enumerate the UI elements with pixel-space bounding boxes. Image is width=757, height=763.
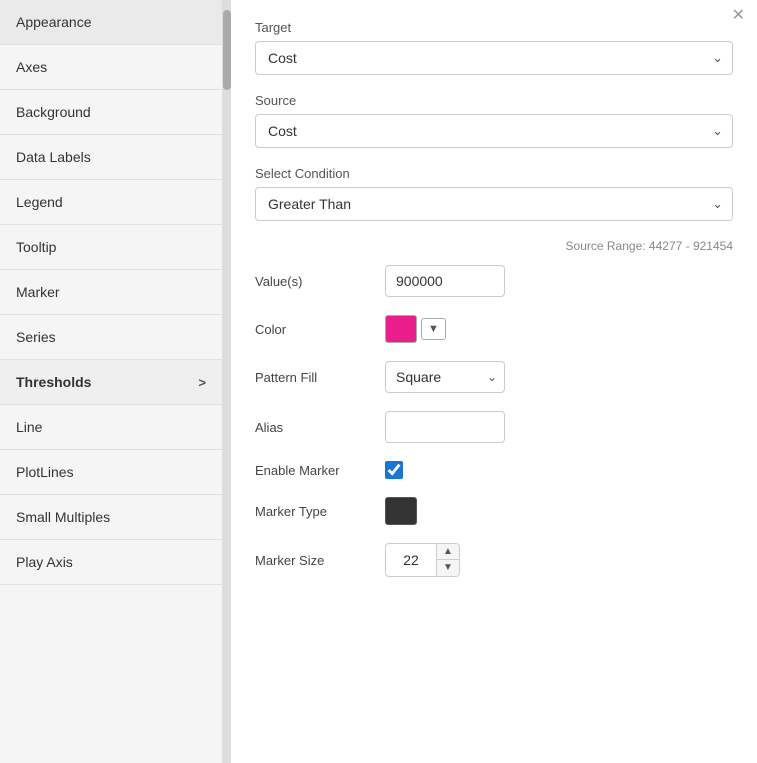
enable-marker-field: Enable Marker	[255, 461, 733, 479]
sidebar-item-label-thresholds: Thresholds	[16, 374, 91, 390]
color-label: Color	[255, 322, 385, 337]
sidebar-item-label-line: Line	[16, 419, 42, 435]
marker-type-swatch[interactable]	[385, 497, 417, 525]
condition-select[interactable]: Greater Than	[255, 187, 733, 221]
pattern-fill-select[interactable]: Square	[385, 361, 505, 393]
sidebar-item-label-legend: Legend	[16, 194, 63, 210]
source-label: Source	[255, 93, 733, 108]
sidebar-item-label-tooltip: Tooltip	[16, 239, 56, 255]
marker-size-field: Marker Size ▲ ▼	[255, 543, 733, 577]
alias-input[interactable]	[385, 411, 505, 443]
values-input[interactable]	[385, 265, 505, 297]
sidebar-item-legend[interactable]: Legend	[0, 180, 222, 225]
condition-label: Select Condition	[255, 166, 733, 181]
color-field: Color ▼	[255, 315, 733, 343]
sidebar-item-label-axes: Axes	[16, 59, 47, 75]
target-select-wrapper: Cost ⌄	[255, 41, 733, 75]
sidebar: Appearance Axes Background Data Labels Legen…	[0, 0, 223, 763]
enable-marker-label: Enable Marker	[255, 463, 385, 478]
source-select-wrapper: Cost ⌄	[255, 114, 733, 148]
pattern-fill-field: Pattern Fill Square ⌄	[255, 361, 733, 393]
sidebar-item-marker[interactable]: Marker	[0, 270, 222, 315]
target-select[interactable]: Cost	[255, 41, 733, 75]
marker-size-control: ▲ ▼	[385, 543, 733, 577]
main-panel: ✕ Target Cost ⌄ Source Cost ⌄ Select Con…	[231, 0, 757, 763]
sidebar-item-plotlines[interactable]: PlotLines	[0, 450, 222, 495]
target-label: Target	[255, 20, 733, 35]
sidebar-item-tooltip[interactable]: Tooltip	[0, 225, 222, 270]
marker-size-label: Marker Size	[255, 553, 385, 568]
sidebar-item-label-marker: Marker	[16, 284, 60, 300]
enable-marker-checkbox[interactable]	[385, 461, 403, 479]
sidebar-item-data-labels[interactable]: Data Labels	[0, 135, 222, 180]
sidebar-item-label-data-labels: Data Labels	[16, 149, 91, 165]
color-dropdown-button[interactable]: ▼	[421, 318, 446, 340]
close-button[interactable]: ✕	[732, 8, 745, 24]
alias-field: Alias	[255, 411, 733, 443]
scrollbar-thumb[interactable]	[223, 10, 231, 90]
pattern-fill-select-wrapper: Square ⌄	[385, 361, 505, 393]
scrollbar-track[interactable]	[223, 0, 231, 763]
values-label: Value(s)	[255, 274, 385, 289]
sidebar-item-label-background: Background	[16, 104, 91, 120]
pattern-fill-label: Pattern Fill	[255, 370, 385, 385]
enable-marker-control	[385, 461, 733, 479]
sidebar-item-thresholds[interactable]: Thresholds >	[0, 360, 222, 405]
sidebar-item-label-play-axis: Play Axis	[16, 554, 73, 570]
sidebar-item-appearance[interactable]: Appearance	[0, 0, 222, 45]
pattern-fill-control: Square ⌄	[385, 361, 733, 393]
color-swatch[interactable]	[385, 315, 417, 343]
source-select[interactable]: Cost	[255, 114, 733, 148]
marker-size-input[interactable]	[386, 546, 436, 574]
marker-size-spinner-buttons: ▲ ▼	[436, 544, 459, 576]
enable-marker-checkbox-wrapper	[385, 461, 403, 479]
target-field-group: Target Cost ⌄	[255, 20, 733, 75]
values-control	[385, 265, 733, 297]
color-swatch-wrapper: ▼	[385, 315, 446, 343]
marker-size-spinner: ▲ ▼	[385, 543, 460, 577]
color-control: ▼	[385, 315, 733, 343]
sidebar-item-label-plotlines: PlotLines	[16, 464, 74, 480]
sidebar-item-chevron-thresholds: >	[198, 375, 206, 390]
alias-control	[385, 411, 733, 443]
marker-size-decrement-button[interactable]: ▼	[437, 560, 459, 576]
source-field-group: Source Cost ⌄	[255, 93, 733, 148]
marker-type-field: Marker Type	[255, 497, 733, 525]
values-field: Value(s)	[255, 265, 733, 297]
marker-type-label: Marker Type	[255, 504, 385, 519]
alias-label: Alias	[255, 420, 385, 435]
sidebar-item-label-small-multiples: Small Multiples	[16, 509, 110, 525]
marker-type-control	[385, 497, 733, 525]
sidebar-item-series[interactable]: Series	[0, 315, 222, 360]
sidebar-item-line[interactable]: Line	[0, 405, 222, 450]
sidebar-item-label-series: Series	[16, 329, 56, 345]
sidebar-item-axes[interactable]: Axes	[0, 45, 222, 90]
marker-size-increment-button[interactable]: ▲	[437, 544, 459, 560]
sidebar-item-label-appearance: Appearance	[16, 14, 92, 30]
sidebar-item-background[interactable]: Background	[0, 90, 222, 135]
condition-select-wrapper: Greater Than ⌄	[255, 187, 733, 221]
condition-field-group: Select Condition Greater Than ⌄	[255, 166, 733, 221]
sidebar-item-play-axis[interactable]: Play Axis	[0, 540, 222, 585]
source-range-label: Source Range: 44277 - 921454	[255, 239, 733, 253]
sidebar-item-small-multiples[interactable]: Small Multiples	[0, 495, 222, 540]
